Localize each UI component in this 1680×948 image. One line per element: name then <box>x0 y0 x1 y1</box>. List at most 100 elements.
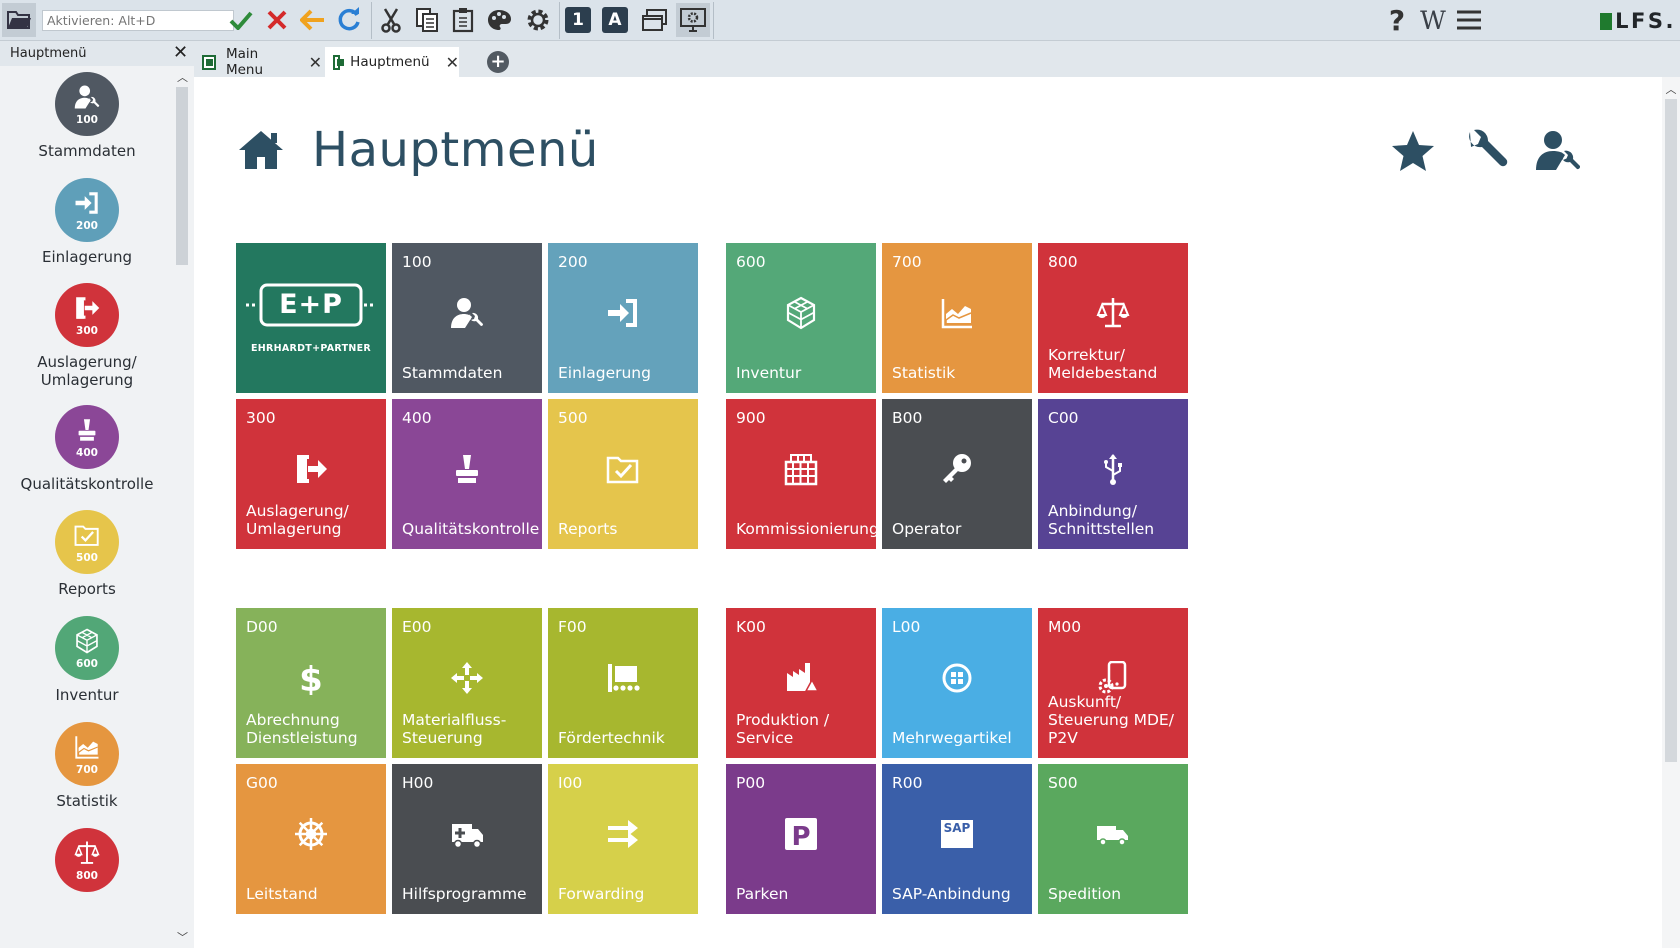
tile-label: Leitstand <box>246 885 318 903</box>
tile-label: Auslagerung/ Umlagerung <box>246 502 349 538</box>
sidebar-item-circle: 700 <box>55 722 119 786</box>
truck-icon <box>1093 814 1133 854</box>
arrows-icon <box>447 658 487 698</box>
sidebar-item-number: 100 <box>76 114 98 126</box>
tile-200[interactable]: 200 Einlagerung <box>548 243 698 393</box>
sidebar-item-800[interactable]: 800 <box>0 828 174 898</box>
tile-h00[interactable]: H00 Hilfsprogramme <box>392 764 542 914</box>
tile-p00[interactable]: P00 P Parken <box>726 764 876 914</box>
sidebar-item-number: 800 <box>76 870 98 882</box>
confirm-check-icon[interactable] <box>224 3 258 37</box>
sidebar-item-400[interactable]: 400 Qualitätskontrolle <box>0 405 174 493</box>
copy-icon[interactable] <box>410 3 444 37</box>
sign-out-icon <box>71 292 103 324</box>
tile-label: Inventur <box>736 364 802 382</box>
tab-close-icon[interactable]: ✕ <box>309 53 322 72</box>
wiki-button[interactable]: W <box>1416 3 1450 37</box>
mode-a-label: A <box>602 7 628 33</box>
tile-label: Forwarding <box>558 885 645 903</box>
main-scroll-thumb[interactable] <box>1665 99 1677 762</box>
tile-b00[interactable]: B00 Operator <box>882 399 1032 549</box>
dollar-icon: $ <box>291 658 331 698</box>
sidebar-scroll-thumb[interactable] <box>176 87 188 265</box>
tab-main-menu[interactable]: Main Menu ✕ <box>194 46 322 78</box>
add-tab-icon[interactable]: + <box>487 51 509 73</box>
sidebar-item-number: 600 <box>76 658 98 670</box>
tile-400[interactable]: 400 Qualitätskontrolle <box>392 399 542 549</box>
tile-s00[interactable]: S00 Spedition <box>1038 764 1188 914</box>
tile-label: Statistik <box>892 364 956 382</box>
sidebar-item-100[interactable]: 100 Stammdaten <box>0 72 174 160</box>
tile-i00[interactable]: I00 Forwarding <box>548 764 698 914</box>
tile-label: Mehrwegartikel <box>892 729 1012 747</box>
tile-500[interactable]: 500 Reports <box>548 399 698 549</box>
scroll-up-icon[interactable]: ︿ <box>175 69 190 84</box>
settings-gear-icon[interactable] <box>521 3 555 37</box>
favorites-star-icon[interactable] <box>1390 128 1436 174</box>
paste-icon[interactable] <box>446 3 480 37</box>
svg-text:P: P <box>791 822 810 851</box>
tile-code: 400 <box>402 409 432 427</box>
palette-icon[interactable] <box>482 3 516 37</box>
cancel-x-icon[interactable] <box>260 3 294 37</box>
wrench-icon[interactable] <box>1462 128 1508 174</box>
helm-icon <box>291 814 331 854</box>
tile-code: C00 <box>1048 409 1079 427</box>
sidebar-item-number: 400 <box>76 447 98 459</box>
tile-c00[interactable]: C00 Anbindung/ Schnittstellen <box>1038 399 1188 549</box>
sidebar-item-700[interactable]: 700 Statistik <box>0 722 174 810</box>
sidebar-item-600[interactable]: 600 Inventur <box>0 616 174 704</box>
key-icon <box>937 449 977 489</box>
tab-label: Main Menu <box>225 46 264 78</box>
scroll-up-icon[interactable]: ︿ <box>1662 81 1680 97</box>
sidebar-item-300[interactable]: 300 Auslagerung/ Umlagerung <box>0 283 174 389</box>
page-title: Hauptmenü <box>312 122 599 178</box>
cut-icon[interactable] <box>374 3 408 37</box>
mode-a-button[interactable]: A <box>598 3 632 37</box>
tile-300[interactable]: 300 Auslagerung/ Umlagerung <box>236 399 386 549</box>
tile-e00[interactable]: E00 Materialfluss- Steuerung <box>392 608 542 758</box>
tile-g00[interactable]: G00 Leitstand <box>236 764 386 914</box>
folder-check-icon <box>603 449 643 489</box>
open-folder-icon[interactable] <box>2 3 36 37</box>
tile-f00[interactable]: F00 Fördertechnik <box>548 608 698 758</box>
sidebar-item-500[interactable]: 500 Reports <box>0 510 174 598</box>
hamburger-menu-icon[interactable] <box>1452 3 1486 37</box>
sidebar-item-label: Inventur <box>55 686 119 704</box>
sidebar-item-200[interactable]: 200 Einlagerung <box>0 178 174 266</box>
tile-k00[interactable]: K00 Produktion / Service <box>726 608 876 758</box>
back-arrow-icon[interactable] <box>296 3 330 37</box>
tile-code: D00 <box>246 618 278 636</box>
tab-hauptmenue[interactable]: Hauptmenü ✕ <box>325 47 459 77</box>
activate-input[interactable] <box>42 10 234 31</box>
lfs-brand: LFS. <box>1615 9 1676 33</box>
tile-d00[interactable]: D00 $ Abrechnung Dienstleistung <box>236 608 386 758</box>
tile-800[interactable]: 800 Korrektur/ Meldebestand <box>1038 243 1188 393</box>
tile-700[interactable]: 700 Statistik <box>882 243 1032 393</box>
tile-r00[interactable]: R00 SAP SAP-Anbindung <box>882 764 1032 914</box>
tile-100[interactable]: 100 Stammdaten <box>392 243 542 393</box>
conveyor-icon <box>603 658 643 698</box>
usb-icon <box>1093 449 1133 489</box>
tile-600[interactable]: 600 Inventur <box>726 243 876 393</box>
tab-close-icon[interactable]: ✕ <box>446 53 459 72</box>
tile-label: Korrektur/ Meldebestand <box>1048 346 1158 382</box>
tile-code: 500 <box>558 409 588 427</box>
sign-out-icon <box>291 449 331 489</box>
help-button[interactable]: ? <box>1380 3 1414 37</box>
scroll-down-icon[interactable]: ﹀ <box>175 929 190 944</box>
tile-m00[interactable]: M00 Auskunft/ Steuerung MDE/ P2V <box>1038 608 1188 758</box>
main-scrollbar[interactable]: ︿ <box>1662 77 1680 948</box>
user-settings-icon[interactable] <box>1534 128 1581 174</box>
sidebar-item-circle: 600 <box>55 616 119 680</box>
screen-settings-icon[interactable] <box>676 3 710 37</box>
windows-icon[interactable] <box>638 3 672 37</box>
sidebar-scrollbar[interactable]: ︿ ﹀ <box>174 69 191 944</box>
tile-label: Stammdaten <box>402 364 503 382</box>
tile-900[interactable]: 900 Kommissionierung <box>726 399 876 549</box>
refresh-icon[interactable] <box>332 3 366 37</box>
sidebar-item-circle: 400 <box>55 405 119 469</box>
mode-1-button[interactable]: 1 <box>561 3 595 37</box>
tile-l00[interactable]: L00 Mehrwegartikel <box>882 608 1032 758</box>
sidebar-close-icon[interactable]: ✕ <box>173 42 188 63</box>
